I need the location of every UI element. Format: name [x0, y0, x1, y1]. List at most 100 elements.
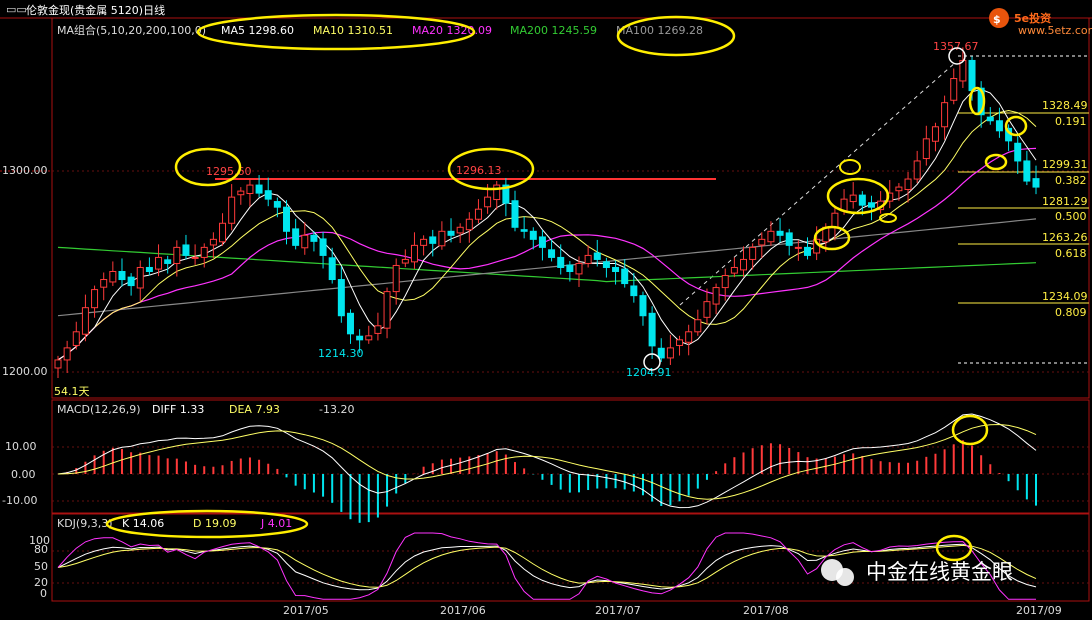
candle-body — [986, 116, 994, 122]
kdj-axis-0: 0 — [40, 587, 47, 600]
candle-body — [913, 160, 921, 180]
annot-high2: 1296.13 — [456, 164, 502, 177]
fib-price-0500: 1281.29 — [1042, 195, 1088, 208]
candle-body — [273, 201, 281, 208]
candle-body — [840, 198, 848, 212]
chart-stage: ▭▭ 伦敦金现(贵金属 5120)日线 MA组合(5,10,20,200,100… — [0, 0, 1092, 620]
highlight-kdj-cross — [935, 534, 973, 562]
candle-body — [950, 78, 958, 101]
svg-text:$: $ — [993, 13, 1001, 26]
fib-ratio-0191: 0.191 — [1055, 115, 1087, 128]
logo-url: www.5etz.com — [1018, 24, 1092, 37]
candle-body — [456, 226, 464, 234]
candle-body — [867, 202, 875, 208]
annot-low2: 1204.91 — [626, 366, 672, 379]
highlight-macd-cross — [951, 414, 989, 446]
annot-left-days: 54.1天 — [54, 385, 90, 398]
candle-body — [292, 228, 300, 246]
macd-axis-0: 0.00 — [11, 468, 36, 481]
candle-body — [383, 291, 391, 329]
candle-body — [100, 279, 108, 288]
window-icon[interactable]: ▭▭ — [6, 3, 27, 16]
candle-body — [1032, 178, 1040, 188]
candle-body — [694, 319, 702, 333]
candle-body — [557, 256, 565, 268]
candle-body — [145, 266, 153, 273]
date-label-jul: 2017/07 — [595, 604, 641, 617]
candle-body — [118, 271, 126, 281]
candle-body — [109, 271, 117, 283]
candle-body — [438, 230, 446, 247]
candle-body — [310, 234, 318, 242]
candle-body — [575, 262, 583, 275]
candle-body — [200, 246, 208, 258]
candle-body — [91, 289, 99, 309]
kdj-d: D 19.09 — [193, 517, 236, 530]
candle-body — [941, 102, 949, 128]
date-label-sep: 2017/09 — [1016, 604, 1062, 617]
candle-body — [849, 194, 857, 203]
stock-chart: ▭▭ 伦敦金现(贵金属 5120)日线 MA组合(5,10,20,200,100… — [0, 3, 1092, 617]
candle-body — [228, 196, 236, 224]
candle-body — [529, 230, 537, 240]
candle-body — [776, 230, 784, 236]
annot-high1: 1295.60 — [206, 165, 252, 178]
ma20-label: MA20 1320.09 — [412, 24, 492, 37]
highlight-small-1 — [839, 159, 861, 175]
macd-label: MACD(12,26,9) — [57, 403, 141, 416]
date-label-may: 2017/05 — [283, 604, 329, 617]
candle-body — [831, 212, 839, 228]
candle-body — [931, 126, 939, 142]
candle-body — [602, 261, 610, 268]
annot-low1: 1214.30 — [318, 347, 364, 360]
candle-body — [1023, 160, 1031, 182]
candle-body — [676, 339, 684, 346]
candle-body — [730, 266, 738, 274]
candle-body — [895, 186, 903, 192]
ma200-label: MA200 1245.59 — [510, 24, 597, 37]
logo: $ 5e投资 www.5etz.com — [989, 8, 1092, 37]
candle-body — [584, 254, 592, 264]
candle-body — [630, 285, 638, 297]
candle-body — [968, 59, 976, 92]
candle-body — [127, 276, 135, 287]
candle-body — [712, 287, 720, 305]
highlight-dip — [984, 153, 1008, 171]
ma5-label: MA5 1298.60 — [221, 24, 294, 37]
candle-body — [538, 236, 546, 248]
chart-title: 伦敦金现(贵金属 5120)日线 — [26, 3, 165, 17]
candle-body — [593, 252, 601, 260]
candle-body — [803, 246, 811, 256]
candle-body — [155, 256, 163, 270]
fib-ratio-0382: 0.382 — [1055, 174, 1087, 187]
candle-body — [785, 232, 793, 246]
candle-body — [346, 312, 354, 335]
fib-ratio-0809: 0.809 — [1055, 306, 1087, 319]
fib-price-0382: 1299.31 — [1042, 158, 1088, 171]
candle-body — [520, 229, 528, 232]
macd-axis-neg10: -10.00 — [2, 494, 37, 507]
candle-body — [283, 206, 291, 232]
candle-body — [182, 244, 190, 256]
candle-body — [410, 244, 418, 263]
candle-body — [319, 238, 327, 256]
candle-body — [209, 238, 217, 246]
candle-body — [1014, 142, 1022, 162]
candle-body — [81, 307, 89, 335]
candle-body — [666, 347, 674, 359]
candle-body — [657, 347, 665, 359]
candle-body — [63, 347, 71, 361]
fib-price-0191: 1328.49 — [1042, 99, 1088, 112]
candle-body — [374, 325, 382, 334]
candle-body — [639, 295, 647, 317]
candle-body — [392, 264, 400, 293]
candle-body — [264, 190, 272, 200]
candle-body — [136, 266, 144, 289]
candle-body — [301, 234, 309, 249]
candle-body — [721, 275, 729, 289]
candle-body — [191, 256, 199, 259]
candle-body — [749, 246, 757, 260]
candle-body — [484, 196, 492, 208]
price-axis-label-1200: 1200.00 — [2, 365, 48, 378]
candle-body — [72, 331, 80, 346]
